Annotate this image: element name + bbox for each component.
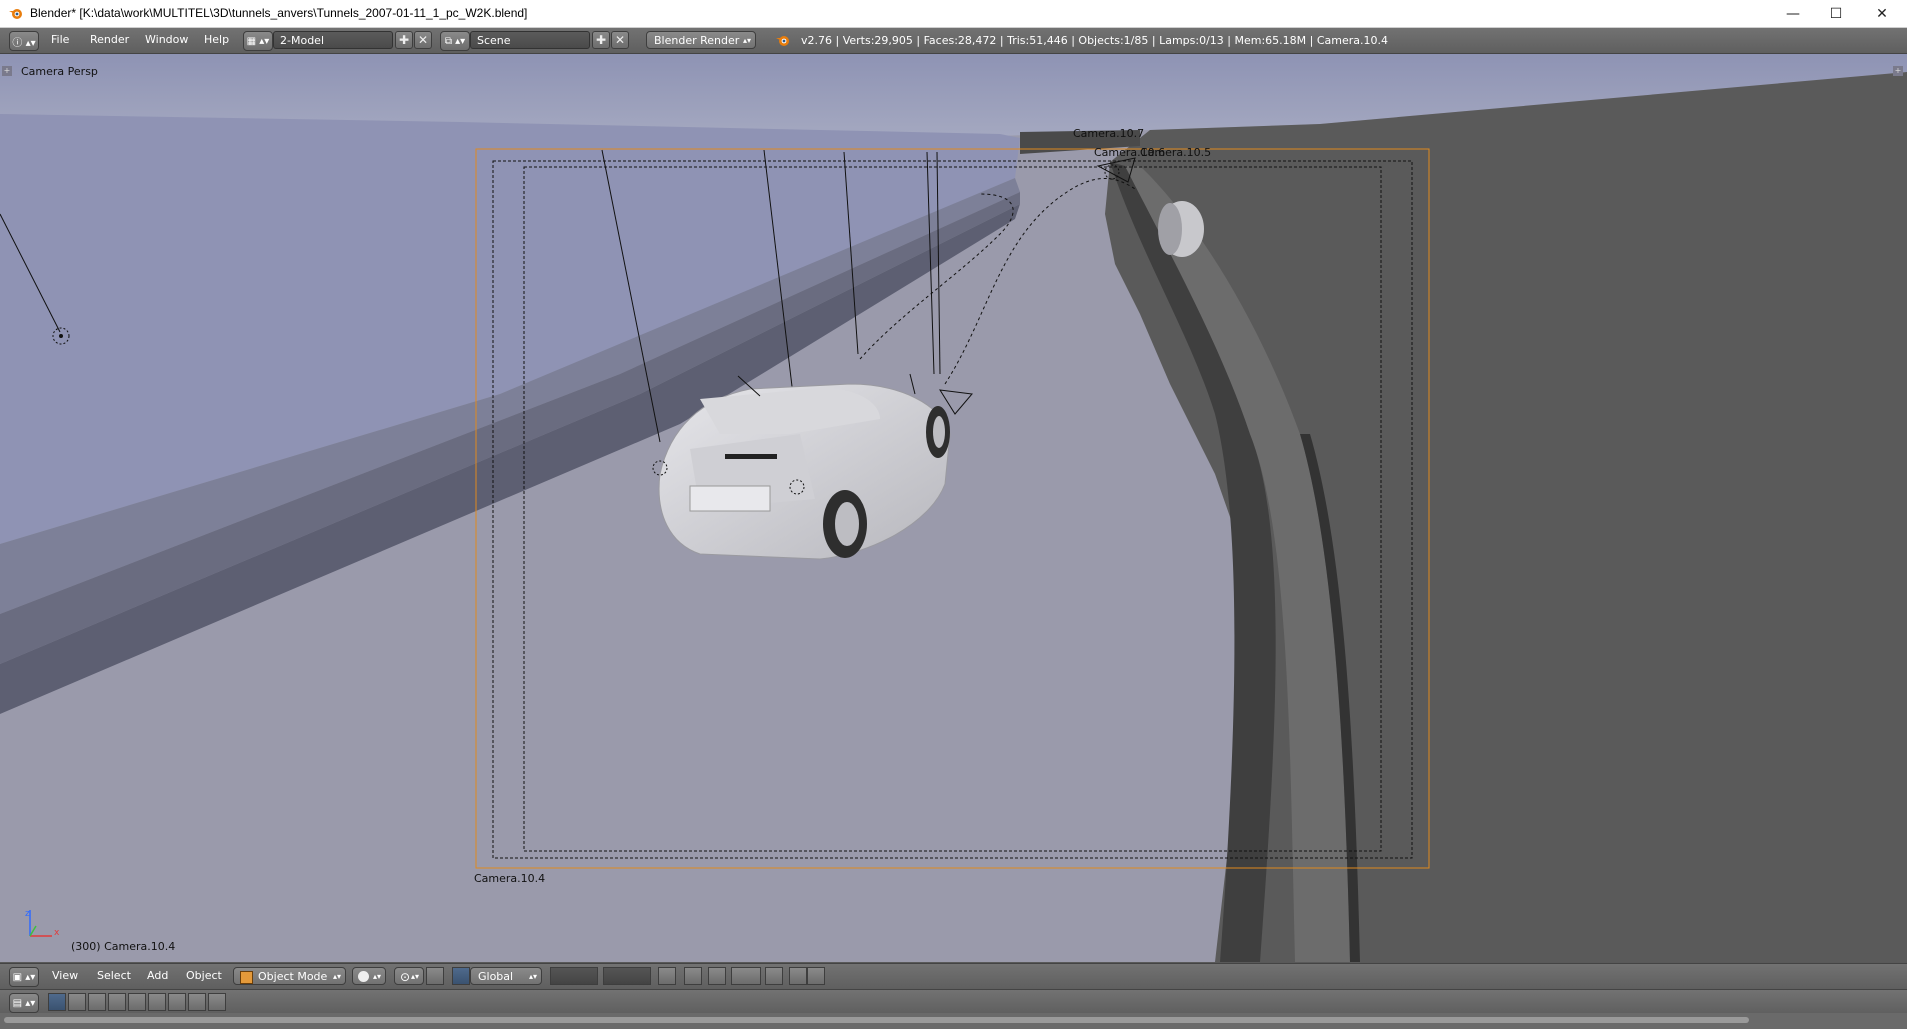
chevron-updown-icon: ▴▾ <box>332 972 341 981</box>
remove-layout-button[interactable]: ✕ <box>414 31 432 49</box>
camera-label-10-4[interactable]: Camera.10.4 <box>474 872 545 885</box>
viewport-status: (300) Camera.10.4 <box>71 940 176 953</box>
menu-window[interactable]: Window <box>145 33 188 46</box>
material-icon[interactable] <box>188 993 206 1011</box>
manipulator-toggle-icon[interactable] <box>426 967 444 985</box>
timeline-icon[interactable]: ▤ ▴▾ <box>9 993 39 1013</box>
scene-field[interactable]: Scene <box>470 31 590 49</box>
viewport-corner-widget[interactable]: + <box>1893 66 1903 76</box>
chevron-updown-icon: ▴▾ <box>372 972 381 981</box>
pivot-point-dropdown[interactable]: ⊙ ▴▾ <box>394 967 424 985</box>
pivot-icon: ⊙ <box>400 970 411 984</box>
constraint-icon[interactable] <box>148 993 166 1011</box>
scene-layers-icon[interactable] <box>603 967 651 985</box>
info-header: ⓘ ▴▾ File Render Window Help ▦ ▴▾ 2-Mode… <box>0 28 1907 54</box>
info-icon[interactable]: ⓘ ▴▾ <box>9 31 39 51</box>
menu-select[interactable]: Select <box>97 969 131 982</box>
camera-view-icon[interactable] <box>48 993 66 1011</box>
snap-toggle-icon[interactable] <box>708 967 726 985</box>
3d-viewport[interactable]: + + Camera Persp Camera.10.7 Camera.10.6… <box>0 54 1907 962</box>
chevron-updown-icon: ▴▾ <box>410 972 419 981</box>
view-name-label: Camera Persp <box>21 65 98 78</box>
camera-label-10-5[interactable]: Camera.10.5 <box>1140 146 1211 159</box>
transform-orientation-dropdown[interactable]: Global ▴▾ <box>470 967 542 985</box>
axis-x-label: x <box>54 928 60 938</box>
screen-layout-icon[interactable]: ▦ ▴▾ <box>243 31 273 51</box>
blender-logo-icon <box>776 36 789 46</box>
add-scene-button[interactable]: ✚ <box>592 31 610 49</box>
opengl-render-animation-icon[interactable] <box>807 967 825 985</box>
viewport-shading-dropdown[interactable]: ▴▾ <box>352 967 386 985</box>
modifier-icon[interactable] <box>168 993 186 1011</box>
transform-orientation-label: Global <box>478 970 514 983</box>
view3d-header: ▣ ▴▾ View Select Add Object Object Mode … <box>0 963 1907 989</box>
solid-shading-icon <box>358 971 369 982</box>
snap-target-icon[interactable] <box>765 967 783 985</box>
scene-statistics: v2.76 | Verts:29,905 | Faces:28,472 | Tr… <box>801 34 1388 47</box>
timeline-scrollbar[interactable] <box>4 1017 1749 1023</box>
scene-icon[interactable]: ⧉ ▴▾ <box>440 31 470 51</box>
viewport-corner-widget[interactable]: + <box>2 66 12 76</box>
menu-object[interactable]: Object <box>186 969 222 982</box>
add-layout-button[interactable]: ✚ <box>395 31 413 49</box>
timeline-header: ▤ ▴▾ <box>0 989 1907 1014</box>
screen-layout-field[interactable]: 2-Model <box>273 31 393 49</box>
menu-view[interactable]: View <box>52 969 78 982</box>
menu-file[interactable]: File <box>51 33 69 46</box>
interaction-mode-label: Object Mode <box>258 970 328 983</box>
cylinder-object-face <box>1158 203 1182 255</box>
minimize-button[interactable]: — <box>1770 0 1816 27</box>
object-icon[interactable] <box>128 993 146 1011</box>
opengl-render-icon[interactable] <box>789 967 807 985</box>
view3d-icon[interactable]: ▣ ▴▾ <box>9 967 39 987</box>
lamp-icon-center <box>59 334 63 338</box>
lock-layers-icon[interactable] <box>658 967 676 985</box>
viewport-scene[interactable] <box>0 54 1907 962</box>
render-engine-dropdown[interactable]: Blender Render ▴▾ <box>646 31 756 49</box>
snap-element-icon[interactable] <box>731 967 761 985</box>
scene-layers-icon[interactable] <box>550 967 598 985</box>
render-layers-icon[interactable] <box>88 993 106 1011</box>
menu-help[interactable]: Help <box>204 33 229 46</box>
window-title: Blender* [K:\data\work\MULTITEL\3D\tunne… <box>30 6 528 20</box>
menu-render[interactable]: Render <box>90 33 129 46</box>
chevron-updown-icon: ▴▾ <box>528 972 537 981</box>
layout-icon[interactable] <box>68 993 86 1011</box>
close-button[interactable]: ✕ <box>1859 0 1905 27</box>
texture-icon[interactable] <box>208 993 226 1011</box>
menu-add[interactable]: Add <box>147 969 168 982</box>
window-title-bar: Blender* [K:\data\work\MULTITEL\3D\tunne… <box>0 0 1907 28</box>
transform-manipulator-icon[interactable] <box>452 967 470 985</box>
render-engine-label: Blender Render <box>654 34 740 47</box>
axis-z-label: z <box>25 909 30 919</box>
blender-logo-icon <box>9 9 22 19</box>
chevron-updown-icon: ▴▾ <box>742 36 751 45</box>
interaction-mode-dropdown[interactable]: Object Mode ▴▾ <box>233 967 346 985</box>
camera-label-10-7[interactable]: Camera.10.7 <box>1073 127 1144 140</box>
remove-scene-button[interactable]: ✕ <box>611 31 629 49</box>
timeline-area[interactable] <box>0 1013 1907 1029</box>
maximize-button[interactable]: ☐ <box>1813 0 1859 27</box>
object-mode-icon <box>240 971 253 984</box>
world-icon[interactable] <box>108 993 126 1011</box>
proportional-edit-icon[interactable] <box>684 967 702 985</box>
